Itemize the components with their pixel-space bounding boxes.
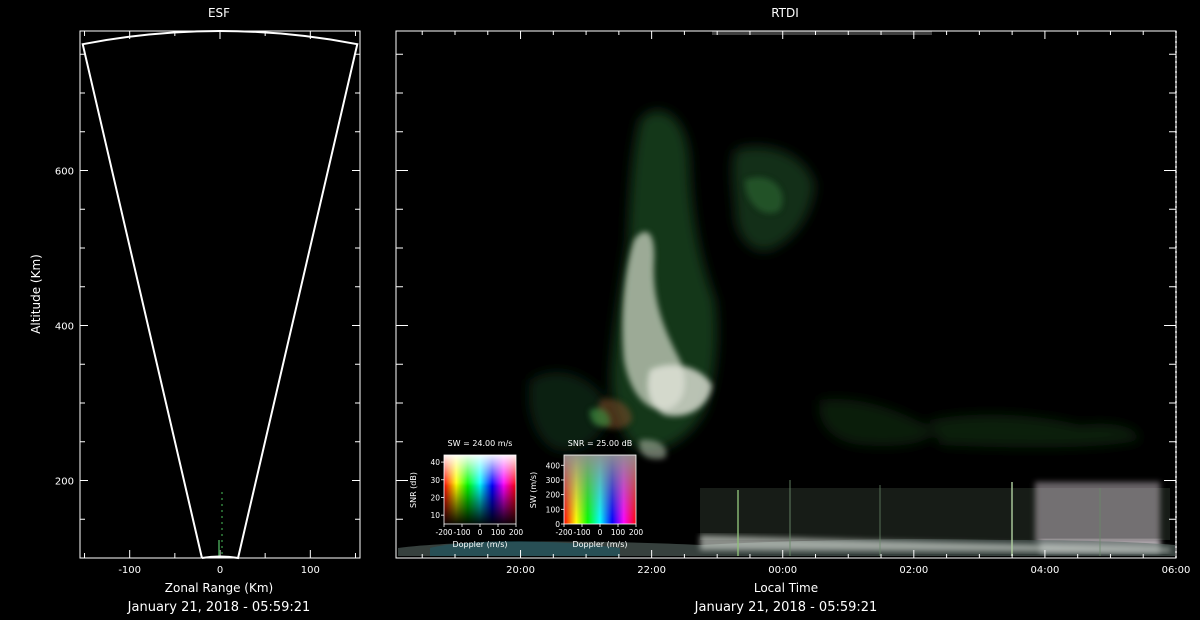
esf-footer-date: January 21, 2018 - 05:59:21 xyxy=(127,600,311,615)
key-xtick-label: 100 xyxy=(611,528,626,537)
rtdi-footer-date: January 21, 2018 - 05:59:21 xyxy=(694,600,878,615)
esf-ytick-label: 200 xyxy=(55,477,74,488)
rtdi-xtick-label: 00:00 xyxy=(768,565,797,576)
esf-title: ESF xyxy=(208,6,230,20)
rtdi-xtick-label: 04:00 xyxy=(1030,565,1059,576)
key-xtick-label: -100 xyxy=(573,528,590,537)
key-xtick-label: 0 xyxy=(478,528,483,537)
color-key-sw: SW = 24.00 m/s -200 -100 0 100 200 10 20 30 40 D… xyxy=(409,439,523,549)
esf-panel: ESF 200 400 600 -100 0 100 Zonal Range (Km) A… xyxy=(29,6,361,615)
key-ytick-label: 20 xyxy=(430,493,440,502)
esf-echo-trace xyxy=(218,492,223,556)
esf-xtick-label: 0 xyxy=(217,565,223,576)
key-sw-title: SW = 24.00 m/s xyxy=(448,439,513,448)
rtdi-xtick-label: 06:00 xyxy=(1162,565,1191,576)
key-snr-ylabel: SW (m/s) xyxy=(529,472,538,508)
key-xtick-label: 200 xyxy=(509,528,524,537)
rtdi-xtick-label: 20:00 xyxy=(506,565,535,576)
key-ytick-label: 100 xyxy=(546,505,561,514)
esf-ticks: 200 400 600 -100 0 100 xyxy=(55,31,360,576)
rtdi-xtick-label: 22:00 xyxy=(637,565,666,576)
radar-figure: ESF 200400600-100 0 100 Zonal Range (Km) A… xyxy=(29,6,1191,615)
esf-beam-outline xyxy=(81,30,359,560)
rtdi-xtick-label: 02:00 xyxy=(899,565,928,576)
rtdi-title: RTDI xyxy=(771,6,799,20)
key-xtick-label: 0 xyxy=(598,528,603,537)
rtdi-xlabel: Local Time xyxy=(754,581,818,595)
key-sw-ylabel: SNR (dB) xyxy=(409,472,418,508)
key-ytick-label: 10 xyxy=(430,511,440,520)
key-xtick-label: 200 xyxy=(629,528,644,537)
esf-ytick-label: 400 xyxy=(55,322,74,333)
esf-xtick-label: -100 xyxy=(118,565,141,576)
esf-xlabel: Zonal Range (Km) xyxy=(165,581,273,595)
esf-plot-frame xyxy=(79,30,361,559)
esf-ylabel: Altitude (Km) xyxy=(29,254,43,334)
key-snr-xlabel: Doppler (m/s) xyxy=(572,540,627,549)
esf-xtick-label: 100 xyxy=(301,565,320,576)
color-key-snr: SNR = 25.00 dB -200 -100 0 100 2000100200300… xyxy=(529,439,643,549)
key-snr-title: SNR = 25.00 dB xyxy=(568,439,632,448)
key-xtick-label: 100 xyxy=(491,528,506,537)
key-ytick-label: 300 xyxy=(546,476,561,485)
key-xtick-label: -100 xyxy=(453,528,470,537)
key-ytick-label: 0 xyxy=(555,520,560,529)
key-sw-xlabel: Doppler (m/s) xyxy=(452,540,507,549)
key-ytick-label: 30 xyxy=(430,476,440,485)
key-xtick-label: -200 xyxy=(555,528,572,537)
key-ytick-label: 40 xyxy=(430,458,440,467)
key-ytick-label: 400 xyxy=(546,461,561,470)
key-ytick-label: 200 xyxy=(546,491,561,500)
esf-ytick-label: 600 xyxy=(55,167,74,178)
key-xtick-label: -200 xyxy=(435,528,452,537)
